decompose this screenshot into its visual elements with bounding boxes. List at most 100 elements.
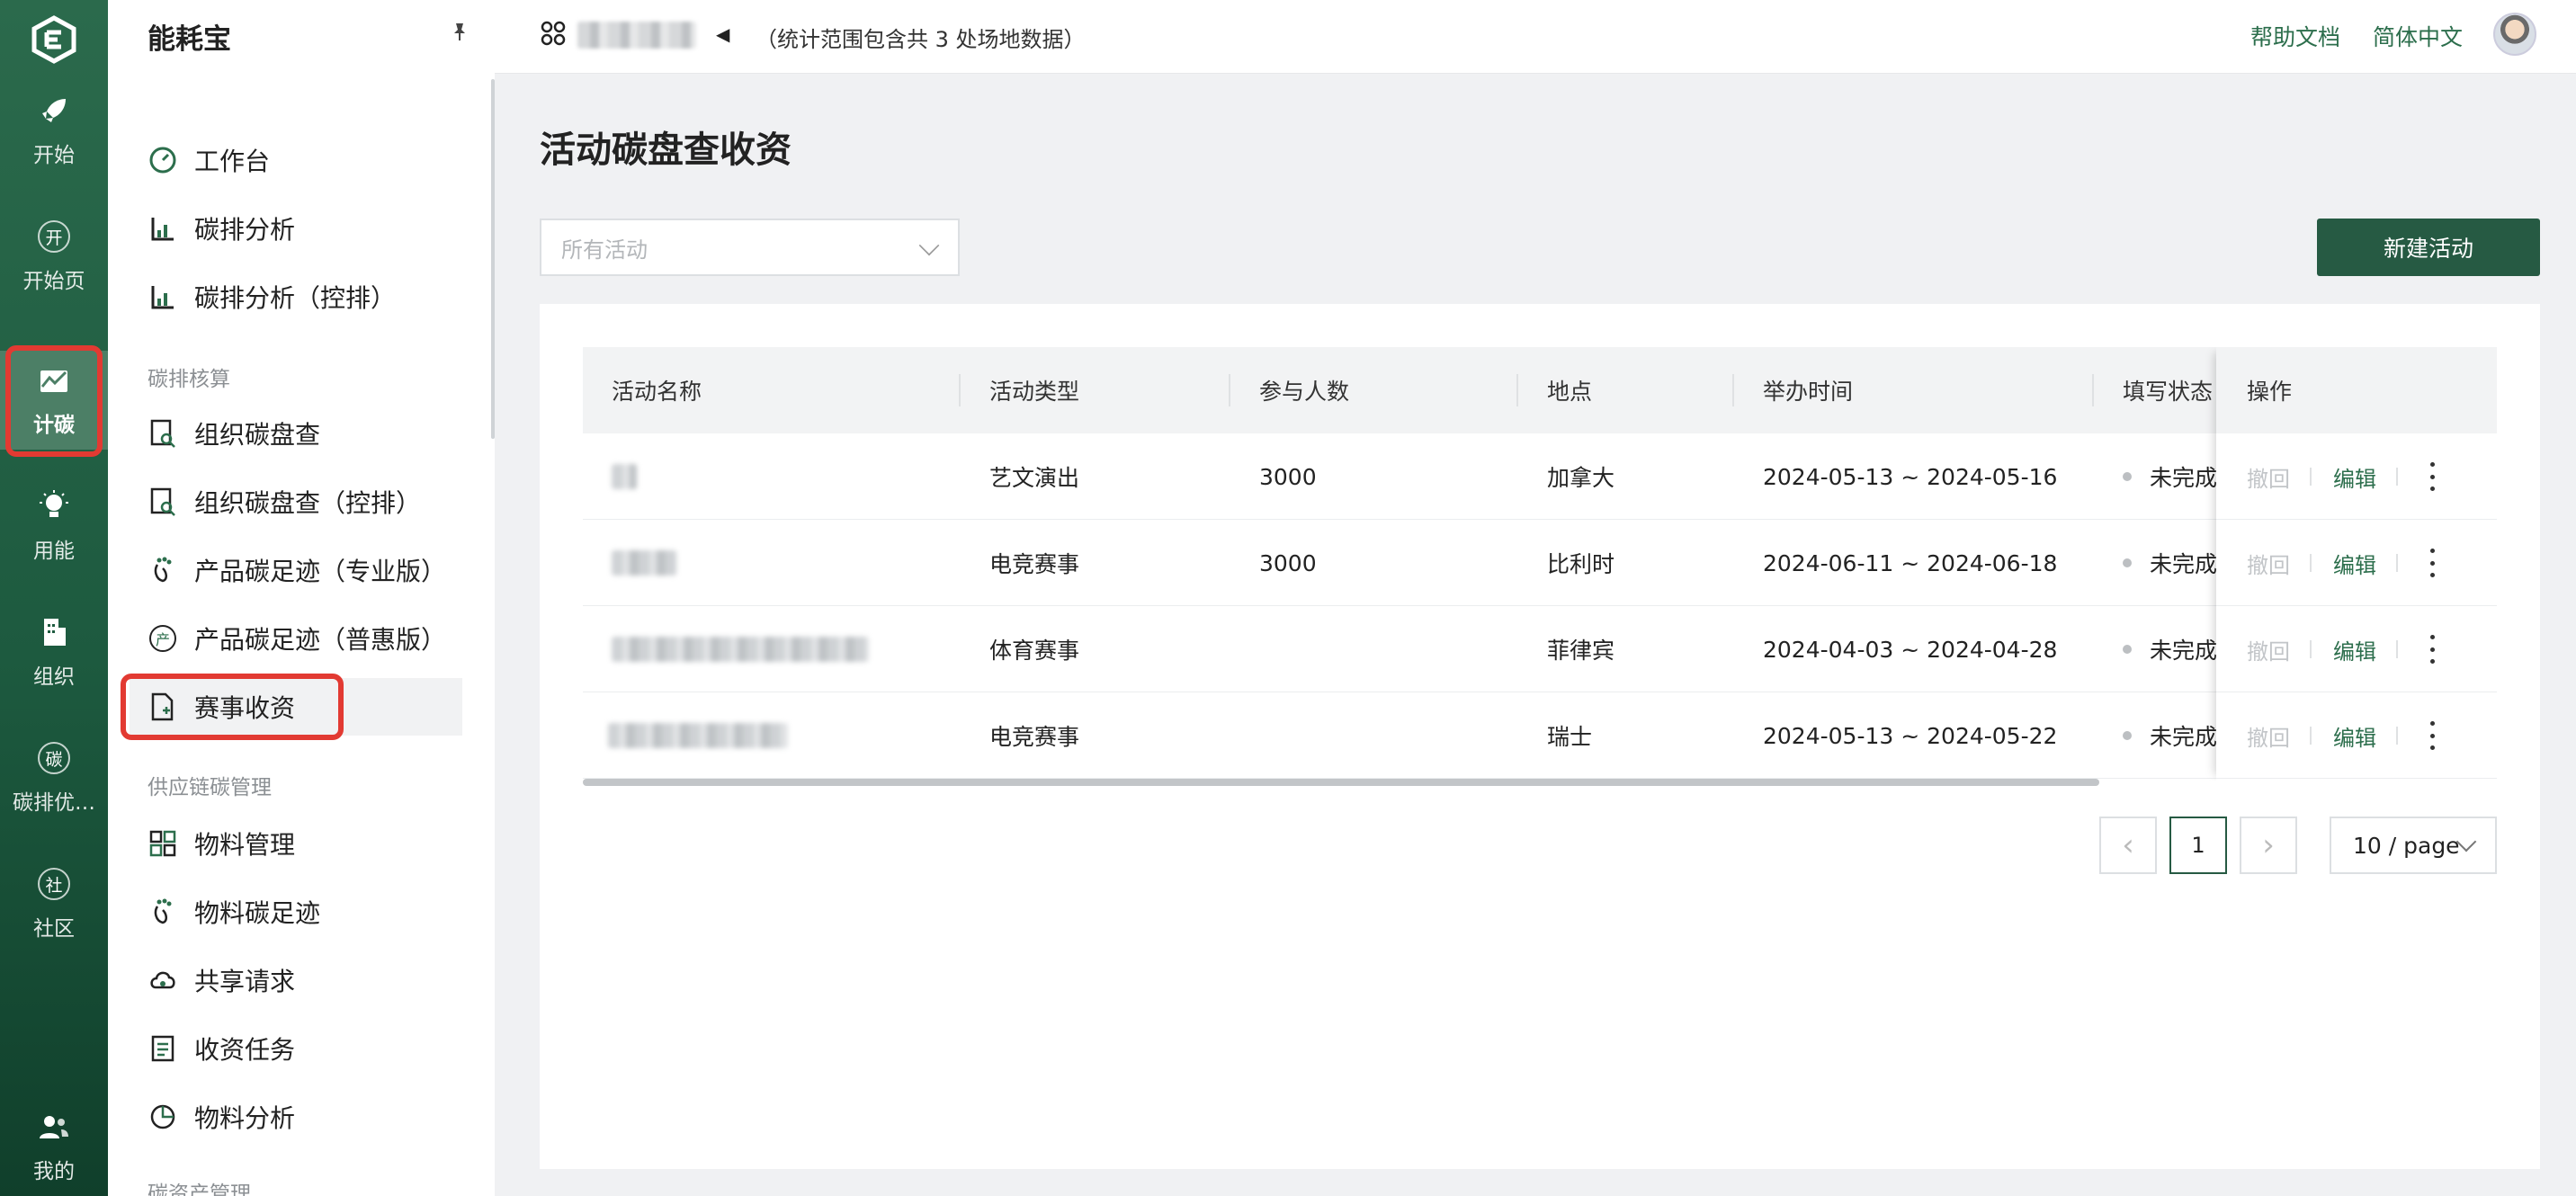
column-header: 参与人数	[1259, 379, 1350, 405]
rail-label: 组织	[33, 665, 75, 689]
column-divider	[1229, 374, 1230, 406]
menu-item-label: 产品碳足迹（普惠版）	[194, 625, 447, 655]
row-actions: 撤回 编辑	[2216, 433, 2497, 520]
next-page-button[interactable]: ›	[2240, 817, 2297, 874]
section-label-assets: 碳资产管理	[148, 1183, 251, 1196]
avatar[interactable]	[2493, 13, 2536, 56]
menu-item-label: 组织碳盘查	[194, 420, 321, 450]
dashboard-icon	[148, 145, 178, 175]
rail-label: 开始页	[22, 270, 85, 293]
rail-item-energy[interactable]: 用能	[0, 477, 108, 576]
more-vertical-icon[interactable]	[2423, 721, 2441, 750]
help-docs-link[interactable]: 帮助文档	[2250, 20, 2340, 52]
app-logo-icon[interactable]	[29, 14, 79, 65]
rail-label: 社区	[33, 917, 75, 941]
activity-filter-select[interactable]: 所有活动	[540, 219, 960, 276]
rail-item-start[interactable]: 开始	[0, 81, 108, 180]
menu-item-material-footprint[interactable]: 物料碳足迹	[148, 883, 462, 941]
location: 菲律宾	[1547, 638, 1615, 664]
language-switch[interactable]: 简体中文	[2373, 20, 2463, 52]
status-dot-icon	[2123, 472, 2132, 481]
brand-title: 能耗宝	[148, 23, 231, 56]
cloud-share-icon	[148, 965, 178, 995]
rail-item-carbon-optimize[interactable]: 碳 碳排优…	[0, 728, 108, 827]
edit-button[interactable]: 编辑	[2333, 433, 2376, 520]
rocket-icon	[36, 93, 72, 129]
event-time: 2024-05-13 ~ 2024-05-16	[1763, 463, 2058, 490]
revoke-button[interactable]: 撤回	[2247, 520, 2290, 606]
chevron-down-icon	[918, 235, 940, 256]
row-actions: 撤回 编辑	[2216, 692, 2497, 779]
menu-item-carbon-analysis[interactable]: 碳排分析	[148, 200, 462, 257]
prev-page-button[interactable]: ‹	[2099, 817, 2157, 874]
column-divider	[2092, 374, 2094, 406]
participants: 3000	[1259, 549, 1317, 576]
page-number-button[interactable]: 1	[2169, 817, 2227, 874]
edit-button[interactable]: 编辑	[2333, 692, 2376, 779]
section-label-supply-chain: 供应链碳管理	[148, 776, 272, 799]
edit-button[interactable]: 编辑	[2333, 520, 2376, 606]
menu-scrollbar[interactable]	[491, 79, 495, 439]
menu-item-label: 物料碳足迹	[194, 898, 321, 928]
menu-item-label: 产品碳足迹（专业版）	[194, 557, 447, 586]
menu-item-share-request[interactable]: 共享请求	[148, 951, 462, 1009]
column-header: 活动名称	[612, 379, 702, 405]
column-header: 举办时间	[1763, 379, 1854, 405]
activity-name-redacted	[612, 520, 676, 606]
status-text: 未完成	[2150, 465, 2218, 491]
menu-item-org-inventory-controlled[interactable]: 组织碳盘查（控排）	[148, 473, 462, 531]
column-divider	[1516, 374, 1518, 406]
table-header: 活动名称 活动类型 参与人数 地点 举办时间 填写状态 操作	[583, 347, 2497, 433]
user-group-icon	[36, 1109, 72, 1145]
menu-item-label: 物料分析	[194, 1103, 296, 1133]
section-label-accounting: 碳排核算	[148, 368, 230, 391]
table-row[interactable]: 电竞赛事 瑞士 2024-05-13 ~ 2024-05-22 未完成	[583, 692, 2497, 779]
page-title: 活动碳盘查收资	[540, 129, 792, 171]
menu-item-label: 工作台	[194, 147, 271, 176]
new-activity-button[interactable]: 新建活动	[2317, 219, 2540, 276]
menu-item-material-management[interactable]: 物料管理	[148, 815, 462, 872]
status-text: 未完成	[2150, 724, 2218, 750]
pin-icon[interactable]	[452, 22, 468, 46]
fill-status: 未完成	[2123, 520, 2217, 606]
menu-item-org-inventory[interactable]: 组织碳盘查	[148, 405, 462, 462]
table-row[interactable]: 艺文演出 3000 加拿大 2024-05-13 ~ 2024-05-16 未完…	[583, 433, 2497, 520]
menu-item-carbon-analysis-controlled[interactable]: 碳排分析（控排）	[148, 268, 462, 326]
icon-rail: 开始 开 开始页 计碳 用能 组织 碳 碳排优… 社 社区 我的	[0, 0, 108, 1196]
menu-item-product-footprint-pro[interactable]: 产品碳足迹（专业版）	[148, 541, 462, 599]
site-name-redacted[interactable]	[577, 22, 696, 49]
caret-left-icon[interactable]: ◀	[716, 23, 729, 45]
document-search-icon	[148, 418, 178, 449]
menu-item-label: 碳排分析	[194, 215, 296, 245]
column-header: 填写状态	[2123, 379, 2214, 405]
column-header: 地点	[1547, 379, 1593, 405]
table-row[interactable]: 体育赛事 菲律宾 2024-04-03 ~ 2024-04-28 未完成	[583, 606, 2497, 692]
more-vertical-icon[interactable]	[2423, 549, 2441, 577]
chevron-left-icon: ‹	[2122, 827, 2134, 863]
bar-chart-icon	[148, 213, 178, 244]
apps-grid-icon[interactable]	[540, 20, 567, 47]
menu-item-collection-task[interactable]: 收资任务	[148, 1020, 462, 1077]
page-size-select[interactable]: 10 / page	[2330, 817, 2497, 874]
table-horizontal-scrollbar[interactable]	[583, 779, 2099, 786]
revoke-button[interactable]: 撤回	[2247, 433, 2290, 520]
more-vertical-icon[interactable]	[2423, 462, 2441, 491]
edit-button[interactable]: 编辑	[2333, 606, 2376, 692]
menu-item-product-footprint-basic[interactable]: 产 产品碳足迹（普惠版）	[148, 610, 462, 667]
menu-highlight-box	[121, 674, 344, 740]
rail-item-mine[interactable]: 我的	[0, 1097, 108, 1196]
rail-item-start-page[interactable]: 开 开始页	[0, 207, 108, 306]
menu-item-dashboard[interactable]: 工作台	[148, 131, 462, 189]
activity-name-redacted	[608, 692, 788, 779]
revoke-button[interactable]: 撤回	[2247, 606, 2290, 692]
page-size-value: 10 / page	[2353, 832, 2460, 859]
rail-item-organization[interactable]: 组织	[0, 602, 108, 701]
footprint-icon	[148, 555, 178, 585]
more-vertical-icon[interactable]	[2423, 635, 2441, 664]
table-row[interactable]: 电竞赛事 3000 比利时 2024-06-11 ~ 2024-06-18 未完…	[583, 520, 2497, 606]
menu-item-material-analysis[interactable]: 物料分析	[148, 1088, 462, 1146]
activity-type: 电竞赛事	[989, 724, 1080, 750]
status-dot-icon	[2123, 558, 2132, 567]
rail-item-community[interactable]: 社 社区	[0, 854, 108, 953]
revoke-button[interactable]: 撤回	[2247, 692, 2290, 779]
